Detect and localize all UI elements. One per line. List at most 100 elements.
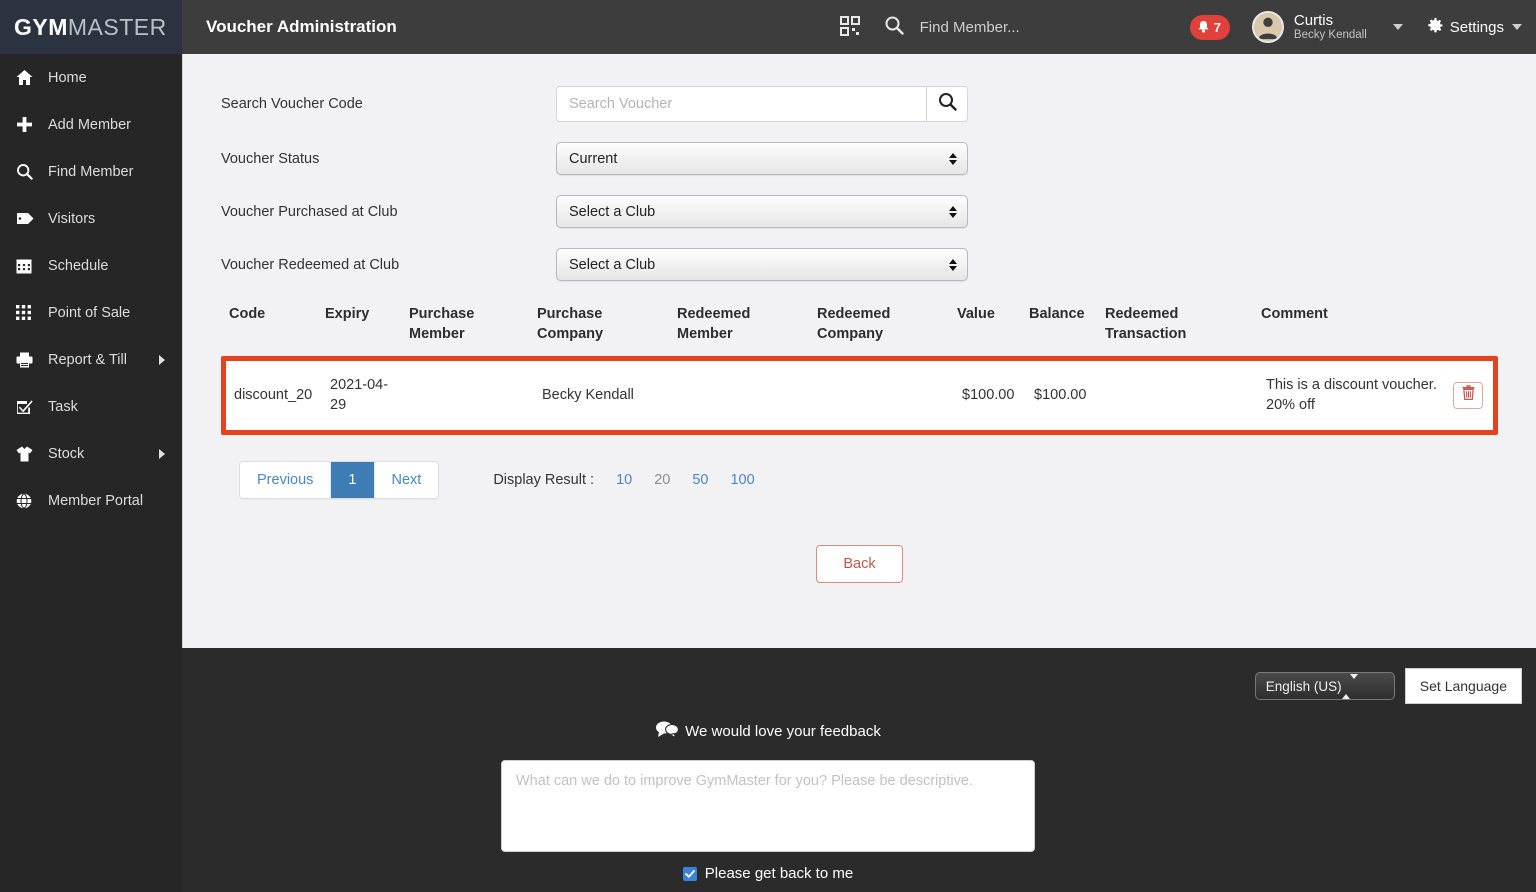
chevron-right-icon[interactable]	[159, 449, 165, 459]
sidebar-item-stock[interactable]: Stock	[0, 430, 182, 477]
shirt-icon	[16, 446, 38, 462]
voucher-table-body-table: discount_20 2021-04-29 Becky Kendall $10…	[226, 361, 1493, 430]
sidebar-item-home[interactable]: Home	[0, 54, 182, 101]
sidebar-item-label: Point of Sale	[48, 305, 130, 321]
grid-icon	[16, 305, 38, 320]
cell-redeemed-member	[674, 361, 814, 430]
top-bar: GYMMASTER Voucher Administration Find	[0, 0, 1536, 54]
purchased-club-label: Voucher Purchased at Club	[221, 204, 556, 220]
app-logo[interactable]: GYMMASTER	[0, 0, 182, 54]
spinner-arrows-icon	[949, 206, 957, 218]
cell-comment: This is a discount voucher. 20% off	[1258, 361, 1445, 430]
sidebar-item-report-till[interactable]: Report & Till	[0, 336, 182, 383]
display-result-20[interactable]: 20	[654, 472, 670, 488]
table-header-row: Code Expiry Purchase Member Purchase Com…	[221, 301, 1498, 356]
app-root: GYMMASTER Voucher Administration Find	[0, 0, 1536, 892]
chevron-down-icon[interactable]	[1512, 24, 1522, 30]
col-header-redeemed-transaction: Redeemed Transaction	[1097, 301, 1253, 356]
top-bar-right: Find Member... 7 Curtis	[840, 0, 1536, 54]
voucher-filter-form: Search Voucher Code Voucher Status	[183, 54, 1536, 281]
filter-row-voucher-status: Voucher Status Current	[221, 142, 1536, 175]
plus-icon	[16, 116, 38, 133]
voucher-status-select[interactable]: Current	[556, 142, 968, 175]
feedback-section: We would love your feedback Please get b…	[0, 720, 1536, 882]
cell-value: $100.00	[954, 361, 1026, 430]
search-icon	[16, 163, 38, 180]
chevron-right-icon[interactable]	[159, 355, 165, 365]
delete-voucher-button[interactable]	[1453, 382, 1483, 409]
back-button-wrap: Back	[183, 545, 1536, 583]
col-header-purchase-member: Purchase Member	[401, 301, 529, 356]
pagination-next[interactable]: Next	[375, 462, 439, 498]
col-header-redeemed-company: Redeemed Company	[809, 301, 949, 356]
cell-redeemed-transaction	[1102, 361, 1258, 430]
back-button[interactable]: Back	[816, 545, 902, 583]
col-header-comment: Comment	[1253, 301, 1498, 356]
display-result-10[interactable]: 10	[616, 472, 632, 488]
cell-purchase-company: Becky Kendall	[534, 361, 674, 430]
sidebar-item-member-portal[interactable]: Member Portal	[0, 477, 182, 524]
notifications-badge[interactable]: 7	[1190, 15, 1230, 40]
sidebar-item-point-of-sale[interactable]: Point of Sale	[0, 289, 182, 336]
pager: Previous 1 Next	[239, 461, 439, 499]
sidebar-item-add-member[interactable]: Add Member	[0, 101, 182, 148]
voucher-status-label: Voucher Status	[221, 151, 556, 167]
settings-menu[interactable]: Settings	[1427, 17, 1522, 38]
feedback-heading: We would love your feedback	[655, 720, 881, 742]
col-header-code: Code	[221, 301, 317, 356]
pagination-previous[interactable]: Previous	[240, 462, 331, 498]
user-subname: Becky Kendall	[1294, 29, 1367, 42]
voucher-table: Code Expiry Purchase Member Purchase Com…	[221, 301, 1498, 356]
highlighted-row-box: discount_20 2021-04-29 Becky Kendall $10…	[221, 356, 1498, 435]
sidebar-item-label: Member Portal	[48, 493, 143, 509]
get-back-to-me-label: Please get back to me	[705, 865, 853, 882]
get-back-to-me-checkbox[interactable]	[683, 867, 697, 881]
sidebar-item-find-member[interactable]: Find Member	[0, 148, 182, 195]
main-content: Search Voucher Code Voucher Status	[182, 54, 1536, 648]
purchased-club-select[interactable]: Select a Club	[556, 195, 968, 228]
redeemed-club-value: Select a Club	[569, 257, 655, 273]
search-icon[interactable]	[884, 15, 904, 40]
language-area: English (US) Set Language	[1255, 668, 1522, 704]
get-back-to-me-row: Please get back to me	[683, 865, 853, 882]
filter-row-purchased-club: Voucher Purchased at Club Select a Club	[221, 195, 1536, 228]
trash-icon	[1462, 385, 1475, 406]
printer-icon	[16, 352, 38, 368]
user-menu[interactable]: Curtis Becky Kendall	[1252, 11, 1403, 43]
col-header-purchase-company: Purchase Company	[529, 301, 669, 356]
sidebar-item-label: Visitors	[48, 211, 95, 227]
language-select[interactable]: English (US)	[1255, 672, 1395, 700]
sidebar-item-label: Find Member	[48, 164, 133, 180]
set-language-button[interactable]: Set Language	[1405, 668, 1522, 704]
find-member-input[interactable]: Find Member...	[920, 19, 1020, 36]
speech-bubble-icon	[655, 720, 685, 742]
sidebar-item-label: Add Member	[48, 117, 131, 133]
user-name-block: Curtis Becky Kendall	[1294, 12, 1367, 42]
footer: English (US) Set Language We would love	[0, 648, 1536, 892]
purchased-club-value: Select a Club	[569, 204, 655, 220]
spinner-arrows-icon	[1342, 679, 1358, 694]
display-result-100[interactable]: 100	[730, 472, 754, 488]
redeemed-club-select[interactable]: Select a Club	[556, 248, 968, 281]
display-result-50[interactable]: 50	[692, 472, 708, 488]
cell-purchase-member	[406, 361, 534, 430]
redeemed-club-label: Voucher Redeemed at Club	[221, 257, 556, 273]
search-voucher-group	[556, 86, 968, 122]
pagination-page-1[interactable]: 1	[331, 462, 374, 498]
chevron-down-icon[interactable]	[1393, 24, 1403, 30]
sidebar-item-task[interactable]: Task	[0, 383, 182, 430]
sidebar-item-visitors[interactable]: Visitors	[0, 195, 182, 242]
filter-row-redeemed-club: Voucher Redeemed at Club Select a Club	[221, 248, 1536, 281]
search-voucher-button[interactable]	[926, 86, 968, 122]
qr-code-icon[interactable]	[840, 16, 862, 38]
table-row[interactable]: discount_20 2021-04-29 Becky Kendall $10…	[226, 361, 1493, 430]
cell-balance: $100.00	[1026, 361, 1102, 430]
sidebar-item-schedule[interactable]: Schedule	[0, 242, 182, 289]
page-title: Voucher Administration	[206, 17, 397, 37]
pagination-area: Previous 1 Next Display Result : 10 20 5…	[239, 461, 1536, 499]
feedback-textarea[interactable]	[501, 760, 1035, 852]
col-header-balance: Balance	[1021, 301, 1097, 356]
spinner-arrows-icon	[949, 153, 957, 165]
language-value: English (US)	[1266, 679, 1342, 694]
search-voucher-input[interactable]	[556, 86, 926, 122]
